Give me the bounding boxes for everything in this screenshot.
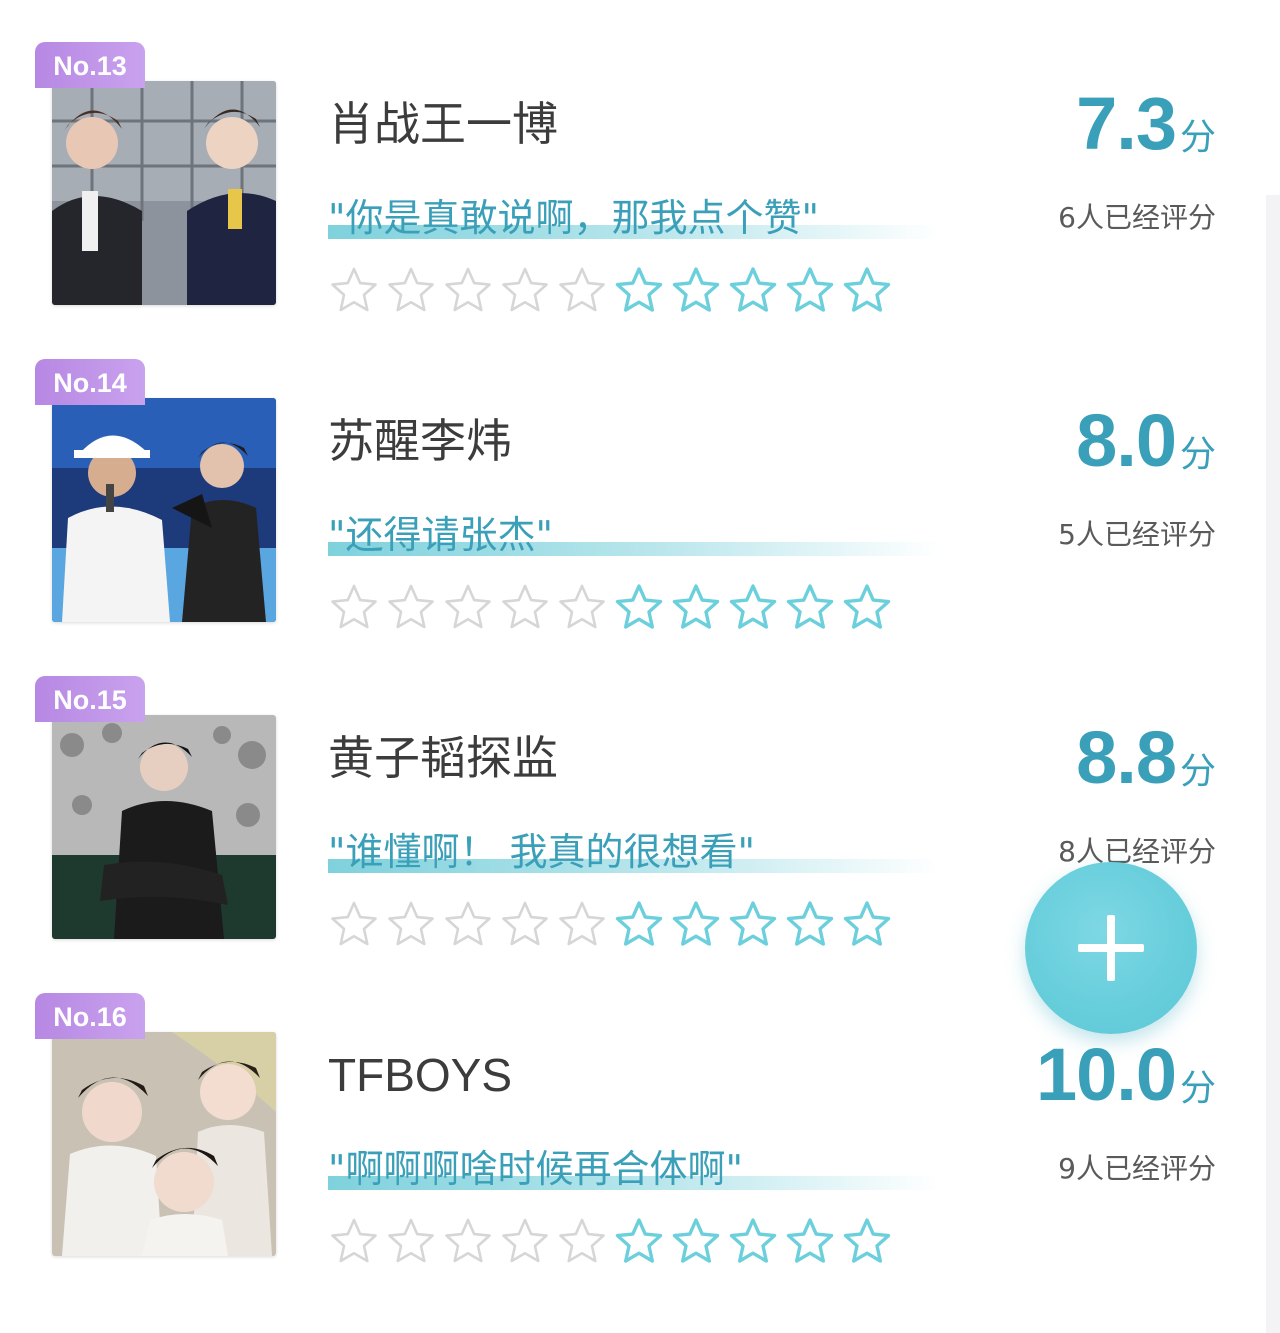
star-icon-highlighted[interactable] bbox=[615, 583, 663, 631]
star-icon-highlighted[interactable] bbox=[672, 266, 720, 314]
star-icon-highlighted[interactable] bbox=[729, 900, 777, 948]
star-rating[interactable] bbox=[330, 900, 891, 952]
score-value: 7.3 bbox=[1076, 82, 1177, 165]
star-icon-highlighted[interactable] bbox=[843, 266, 891, 314]
entry-thumbnail[interactable] bbox=[52, 1032, 276, 1256]
star-icon[interactable] bbox=[501, 266, 549, 314]
rank-badge: No.15 bbox=[35, 676, 145, 722]
two-singers-photo bbox=[52, 398, 276, 622]
rating-entry[interactable]: No.13 肖战王一博 "你是真敢说啊，那我点个赞" 7.3 分 6人已经评分 bbox=[0, 0, 1280, 312]
star-icon[interactable] bbox=[558, 1217, 606, 1265]
entry-quote: "谁懂啊！ 我真的很想看" bbox=[328, 830, 756, 874]
star-icon[interactable] bbox=[330, 266, 378, 314]
star-icon[interactable] bbox=[444, 266, 492, 314]
rater-count: 6人已经评分 bbox=[1058, 201, 1216, 234]
entry-quote: "还得请张杰" bbox=[328, 513, 553, 557]
star-icon-highlighted[interactable] bbox=[786, 266, 834, 314]
star-icon-highlighted[interactable] bbox=[786, 583, 834, 631]
score-value: 8.8 bbox=[1076, 716, 1177, 799]
score: 8.8 分 bbox=[1076, 716, 1216, 814]
score-unit: 分 bbox=[1179, 1068, 1216, 1109]
rank-badge: No.16 bbox=[35, 993, 145, 1039]
score-unit: 分 bbox=[1179, 117, 1216, 158]
entry-title: 黄子韬探监 bbox=[328, 731, 558, 785]
rank-badge: No.13 bbox=[35, 42, 145, 88]
star-icon[interactable] bbox=[558, 900, 606, 948]
entry-thumbnail[interactable] bbox=[52, 81, 276, 305]
star-icon[interactable] bbox=[387, 266, 435, 314]
star-rating[interactable] bbox=[330, 583, 891, 635]
score: 7.3 分 bbox=[1076, 82, 1216, 180]
three-person-group-photo bbox=[52, 1032, 276, 1256]
score: 10.0 分 bbox=[1036, 1033, 1216, 1131]
entry-title: 苏醒李炜 bbox=[328, 414, 512, 468]
star-icon[interactable] bbox=[501, 583, 549, 631]
star-rating[interactable] bbox=[330, 1217, 891, 1269]
score: 8.0 分 bbox=[1076, 399, 1216, 497]
score-unit: 分 bbox=[1179, 434, 1216, 475]
entry-quote: "你是真敢说啊，那我点个赞" bbox=[328, 196, 819, 240]
star-icon[interactable] bbox=[444, 1217, 492, 1265]
star-icon-highlighted[interactable] bbox=[729, 1217, 777, 1265]
rater-count: 9人已经评分 bbox=[1058, 1152, 1216, 1185]
star-icon-highlighted[interactable] bbox=[672, 583, 720, 631]
star-icon-highlighted[interactable] bbox=[843, 1217, 891, 1265]
star-icon-highlighted[interactable] bbox=[729, 266, 777, 314]
score-unit: 分 bbox=[1179, 751, 1216, 792]
add-button[interactable] bbox=[1025, 862, 1197, 1034]
star-icon-highlighted[interactable] bbox=[786, 1217, 834, 1265]
star-icon[interactable] bbox=[330, 583, 378, 631]
star-icon-highlighted[interactable] bbox=[615, 1217, 663, 1265]
star-icon[interactable] bbox=[330, 1217, 378, 1265]
star-icon[interactable] bbox=[330, 900, 378, 948]
rating-entry[interactable]: No.14 苏醒李炜 "还得请张杰" 8.0 分 5人已经评分 bbox=[0, 317, 1280, 629]
rater-count: 5人已经评分 bbox=[1058, 518, 1216, 551]
entry-thumbnail[interactable] bbox=[52, 398, 276, 622]
score-value: 8.0 bbox=[1076, 399, 1177, 482]
score-value: 10.0 bbox=[1035, 1033, 1177, 1116]
star-icon[interactable] bbox=[387, 583, 435, 631]
star-icon-highlighted[interactable] bbox=[672, 900, 720, 948]
star-icon[interactable] bbox=[501, 1217, 549, 1265]
entry-title: 肖战王一博 bbox=[328, 97, 558, 151]
star-icon-highlighted[interactable] bbox=[672, 1217, 720, 1265]
star-icon-highlighted[interactable] bbox=[615, 900, 663, 948]
seated-person-photo bbox=[52, 715, 276, 939]
star-icon-highlighted[interactable] bbox=[843, 900, 891, 948]
star-icon[interactable] bbox=[387, 900, 435, 948]
star-icon-highlighted[interactable] bbox=[843, 583, 891, 631]
plus-icon bbox=[1078, 915, 1144, 981]
entry-thumbnail[interactable] bbox=[52, 715, 276, 939]
star-icon-highlighted[interactable] bbox=[615, 266, 663, 314]
star-icon[interactable] bbox=[444, 583, 492, 631]
star-icon[interactable] bbox=[558, 266, 606, 314]
entry-quote: "啊啊啊啥时候再合体啊" bbox=[328, 1147, 743, 1191]
star-icon[interactable] bbox=[558, 583, 606, 631]
star-rating[interactable] bbox=[330, 266, 891, 318]
star-icon-highlighted[interactable] bbox=[729, 583, 777, 631]
star-icon-highlighted[interactable] bbox=[786, 900, 834, 948]
star-icon[interactable] bbox=[387, 1217, 435, 1265]
rank-badge: No.14 bbox=[35, 359, 145, 405]
star-icon[interactable] bbox=[501, 900, 549, 948]
rating-list-page: No.13 肖战王一博 "你是真敢说啊，那我点个赞" 7.3 分 6人已经评分 … bbox=[0, 0, 1280, 1333]
star-icon[interactable] bbox=[444, 900, 492, 948]
two-performers-photo bbox=[52, 81, 276, 305]
entry-title: TFBOYS bbox=[328, 1049, 513, 1101]
